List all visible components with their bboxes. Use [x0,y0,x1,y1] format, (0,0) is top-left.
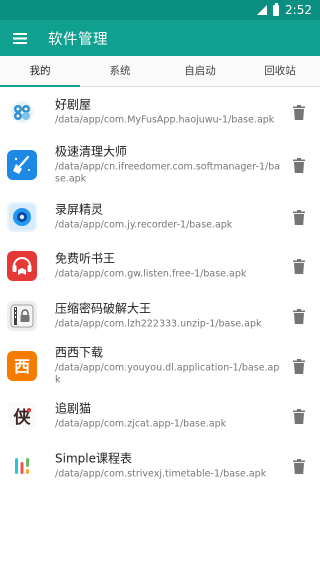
list-item[interactable]: 侠 追剧猫 /data/app/com.zjcat.app-1/base.apk [0,391,320,441]
trash-icon[interactable] [290,306,308,326]
app-bar: 软件管理 [0,20,320,56]
app-name: 好剧屋 [55,97,92,112]
app-path: /data/app/com.youyou.dl.application-1/ba… [55,362,280,386]
tab-autostart[interactable]: 自启动 [160,56,240,86]
app-path: /data/app/com.lzh222333.unzip-1/base.apk [55,318,262,330]
audiobook-app-icon [7,251,37,281]
app-path: /data/app/com.strivexj.timetable-1/base.… [55,468,267,480]
svg-text:西: 西 [14,357,30,376]
app-name: 追剧猫 [55,401,92,416]
app-path: /data/app/com.zjcat.app-1/base.apk [55,418,227,430]
trash-icon[interactable] [290,102,308,122]
tab-bar: 我的 系统 自启动 回收站 [0,56,320,87]
page-title: 软件管理 [48,31,108,48]
app-path: /data/app/com.jy.recorder-1/base.apk [55,219,233,231]
list-item[interactable]: 免费听书王 /data/app/com.gw.listen.free-1/bas… [0,241,320,291]
screen-recorder-app-icon [7,202,37,232]
app-path: /data/app/cn.ifreedomer.com.softmanager-… [55,161,281,185]
trash-icon[interactable] [290,207,308,227]
list-item[interactable]: 录屏精灵 /data/app/com.jy.recorder-1/base.ap… [0,193,320,241]
status-time: 2:52 [285,3,312,17]
zip-lock-app-icon [7,301,37,331]
trash-icon[interactable] [290,406,308,426]
list-item[interactable]: 压缩密码破解大王 /data/app/com.lzh222333.unzip-1… [0,291,320,341]
list-item[interactable]: 西 西西下载 /data/app/com.youyou.dl.applicati… [0,341,320,391]
list-item[interactable]: 极速清理大师 /data/app/cn.ifreedomer.com.softm… [0,137,320,193]
app-list: 好剧屋 /data/app/com.MyFusApp.haojuwu-1/bas… [0,87,320,491]
app-path: /data/app/com.MyFusApp.haojuwu-1/base.ap… [55,114,275,126]
hamburger-menu-icon[interactable] [2,20,38,56]
trash-icon[interactable] [290,155,308,175]
list-item[interactable]: 好剧屋 /data/app/com.MyFusApp.haojuwu-1/bas… [0,87,320,137]
app-name: Simple课程表 [55,451,132,466]
battery-icon [273,2,280,16]
tab-recycle-bin[interactable]: 回收站 [240,56,320,86]
signal-icon [257,5,268,15]
app-name: 录屏精灵 [55,202,104,217]
app-name: 极速清理大师 [55,144,128,159]
xixi-download-app-icon: 西 [7,351,37,381]
trash-icon[interactable] [290,356,308,376]
app-name: 免费听书王 [55,251,116,266]
app-name: 压缩密码破解大王 [55,301,152,316]
app-path: /data/app/com.gw.listen.free-1/base.apk [55,268,247,280]
tab-mine[interactable]: 我的 [0,56,80,87]
status-bar: 2:52 [0,0,320,20]
trash-icon[interactable] [290,456,308,476]
timetable-app-icon [7,451,37,481]
list-item[interactable]: Simple课程表 /data/app/com.strivexj.timetab… [0,441,320,491]
zhuijumao-app-icon: 侠 [7,401,37,431]
haojuwu-app-icon [7,97,37,127]
app-name: 西西下载 [55,345,104,360]
tab-system[interactable]: 系统 [80,56,160,86]
broom-cleaner-app-icon [7,150,37,180]
trash-icon[interactable] [290,256,308,276]
